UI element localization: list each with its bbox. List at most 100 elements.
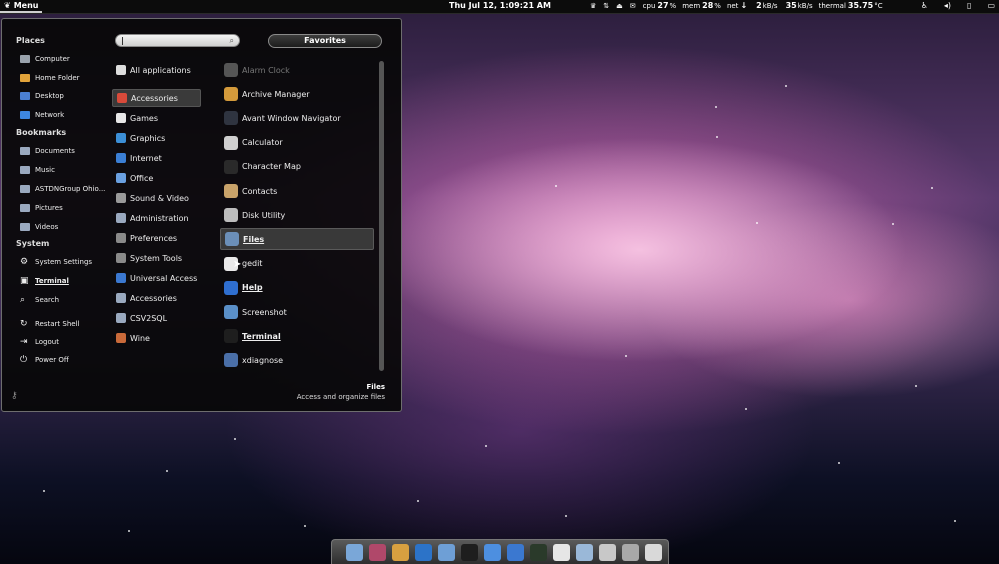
app-item[interactable]: Disk Utility	[220, 204, 374, 226]
home-folder-icon[interactable]	[438, 543, 455, 561]
character-map-icon	[224, 159, 238, 174]
tray-monitor-unit: kB/s	[762, 2, 778, 10]
app-item[interactable]: Screenshot	[220, 301, 374, 323]
files-icon	[225, 232, 239, 247]
menu-button[interactable]: ❦ Menu	[0, 0, 43, 13]
app-item[interactable]: gedit	[220, 253, 374, 275]
place-item[interactable]: ⏻ Power Off	[20, 354, 69, 366]
awn-icon	[224, 111, 238, 126]
place-item[interactable]: ASTDNGroup Ohio...	[20, 183, 105, 195]
folder-icon	[116, 213, 126, 223]
app-label: Character Map	[242, 162, 301, 172]
app-item[interactable]: xdiagnose	[220, 349, 374, 371]
favorites-button[interactable]: Favorites	[268, 34, 382, 48]
folder-icon	[20, 184, 30, 193]
place-item[interactable]: Videos	[20, 221, 58, 233]
trash-icon[interactable]	[622, 543, 639, 561]
category-item[interactable]: Graphics	[112, 129, 201, 147]
computer-icon	[20, 55, 30, 63]
app-item[interactable]: Alarm Clock	[220, 59, 374, 81]
category-item[interactable]: Office	[112, 169, 201, 187]
category-label: System Tools	[130, 253, 183, 263]
system-monitor-icon[interactable]	[530, 543, 547, 561]
terminal-icon[interactable]	[461, 543, 478, 561]
description-text: Access and organize files	[296, 393, 385, 401]
category-item[interactable]: Administration	[112, 209, 201, 227]
place-item[interactable]: Network	[20, 109, 64, 121]
tray-monitor-label: net	[726, 2, 739, 10]
app-label: Files	[243, 234, 265, 244]
app-item[interactable]: Archive Manager	[220, 83, 374, 105]
category-label: Wine	[130, 333, 150, 343]
category-item[interactable]: All applications	[112, 61, 201, 79]
volume-icon[interactable]: ◂)	[944, 1, 951, 10]
place-item[interactable]: Documents	[20, 145, 75, 157]
desktop-icon	[20, 92, 30, 101]
app-item[interactable]: Files	[220, 228, 374, 251]
app-item[interactable]: Help	[220, 277, 374, 299]
place-item[interactable]: Computer	[20, 53, 70, 65]
app-item[interactable]: Avant Window Navigator	[220, 107, 374, 129]
text-editor-icon[interactable]	[553, 543, 570, 561]
category-label: All applications	[130, 65, 191, 75]
network-icon[interactable]: ⇅	[603, 2, 609, 10]
category-item[interactable]: Internet	[112, 149, 201, 167]
category-item[interactable]: System Tools	[112, 249, 201, 267]
key-icon: ⚷	[11, 391, 18, 401]
mail-icon[interactable]: ✉	[630, 2, 636, 10]
app-label: Disk Utility	[242, 210, 286, 220]
place-label: Pictures	[35, 203, 63, 212]
indicator-icon[interactable]: ♛	[590, 2, 596, 10]
clock[interactable]: Thu Jul 12, 1:09:21 AM	[449, 1, 551, 10]
category-label: Accessories	[130, 293, 177, 303]
application-menu: Places Computer Home Folder Desktop Network B…	[1, 18, 402, 412]
chromium-icon[interactable]	[484, 543, 501, 561]
place-item[interactable]: ▣ Terminal	[20, 275, 69, 287]
place-item[interactable]: Music	[20, 164, 55, 176]
screenshot-icon[interactable]	[576, 543, 593, 561]
category-item[interactable]: Universal Access	[112, 269, 201, 287]
system-tray: ♛ ⇅ ⏏ ✉ cpu 27% mem 28% net ↓ 2kB/s 35kB/s therm…	[590, 1, 883, 10]
place-label: Restart Shell	[35, 320, 80, 328]
search-input[interactable]: ⌕	[115, 34, 240, 47]
settings-icon[interactable]	[599, 543, 616, 561]
place-item[interactable]: ⌕ Search	[20, 294, 59, 306]
eject-icon[interactable]: ⏏	[616, 2, 623, 10]
applications-scrollbar[interactable]	[379, 61, 384, 371]
user-menu-icon[interactable]: ▭	[987, 1, 995, 10]
app-item[interactable]: Calculator	[220, 132, 374, 154]
app-item[interactable]: Character Map	[220, 156, 374, 178]
firefox-icon[interactable]	[415, 543, 432, 561]
internet-icon	[116, 153, 126, 163]
category-item[interactable]: Games	[112, 109, 201, 127]
dock	[331, 539, 669, 564]
category-item[interactable]: Accessories	[112, 89, 201, 107]
photo-icon[interactable]	[369, 543, 386, 561]
contacts-icon	[224, 184, 238, 198]
place-item[interactable]: ↻ Restart Shell	[20, 318, 79, 330]
system-monitor[interactable]: cpu 27% mem 28% net ↓ 2kB/s 35kB/s thermal 35.75°…	[643, 1, 883, 10]
place-item[interactable]: Desktop	[20, 90, 64, 102]
category-item[interactable]: Preferences	[112, 229, 201, 247]
finder-icon[interactable]	[346, 543, 363, 561]
terminal-icon	[224, 329, 238, 344]
place-item[interactable]: Home Folder	[20, 72, 80, 84]
pencil-icon[interactable]	[392, 543, 409, 561]
place-item[interactable]: Pictures	[20, 202, 63, 214]
app-item[interactable]: Contacts	[220, 180, 374, 202]
category-item[interactable]: Wine	[112, 329, 201, 347]
category-item[interactable]: CSV2SQL	[112, 309, 201, 327]
tray-monitor-unit: °C	[874, 2, 883, 10]
accessories-icon	[117, 93, 127, 103]
place-item[interactable]: ⚙ System Settings	[20, 256, 92, 268]
category-item[interactable]: Sound & Video	[112, 189, 201, 207]
accessibility-icon[interactable]: ♿	[921, 1, 928, 10]
app-item[interactable]: Terminal	[220, 325, 374, 347]
add-icon[interactable]	[507, 543, 524, 561]
place-item[interactable]: ⇥ Logout	[20, 336, 59, 348]
battery-icon[interactable]: ▯	[967, 1, 971, 10]
category-item[interactable]: Accessories	[112, 289, 201, 307]
power-icon[interactable]	[645, 543, 662, 561]
tray-monitor-value: 28	[702, 1, 714, 10]
games-icon	[116, 113, 126, 123]
